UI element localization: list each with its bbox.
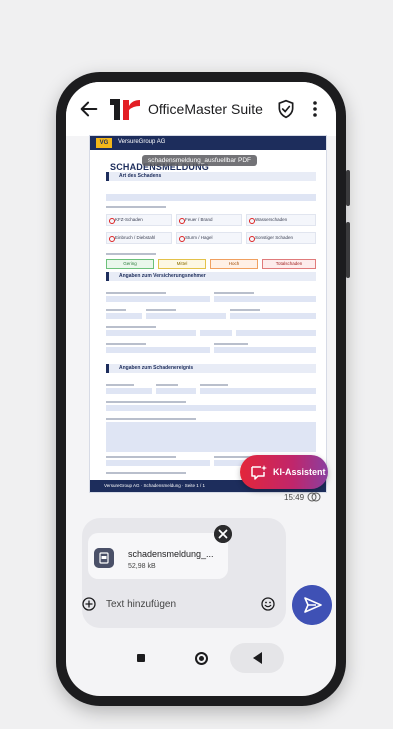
- description-field: [106, 422, 316, 452]
- field-label: [106, 384, 134, 386]
- field-label: [106, 343, 146, 345]
- ki-assistant-label: KI-Assistent: [273, 467, 326, 477]
- ai-chat-icon: [251, 465, 267, 480]
- form-field: [236, 330, 316, 336]
- form-field: [230, 313, 316, 319]
- field-label: [106, 401, 186, 403]
- attachment-name: schadensmeldung_...: [128, 549, 214, 559]
- message-input[interactable]: Text hinzufügen: [106, 599, 176, 610]
- form-field: [200, 388, 316, 394]
- field-label: [156, 384, 178, 386]
- system-nav-bar: [66, 637, 336, 677]
- checkbox: Einbruch / Diebstahl: [106, 232, 172, 244]
- section-header: Angaben zum Schadenereignis: [106, 364, 316, 373]
- document-header: VG VersureGroup AG: [90, 136, 326, 150]
- field-label: [230, 309, 260, 311]
- app-bar: OfficeMaster Suite: [66, 82, 336, 136]
- screen: OfficeMaster Suite VG VersureGroup AG SC…: [66, 82, 336, 696]
- priority-high: Hoch: [210, 259, 258, 269]
- read-receipt-icon: [307, 492, 321, 502]
- priority-total: Totalschaden: [262, 259, 316, 269]
- section-header: Art des Schadens: [106, 172, 316, 181]
- form-field: [200, 330, 232, 336]
- form-field: [106, 460, 210, 466]
- attachment-size: 52,98 kB: [128, 563, 156, 570]
- emoji-icon[interactable]: [261, 597, 275, 611]
- field-label: [214, 292, 254, 294]
- field-label: [106, 326, 156, 328]
- message-time: 15:49: [284, 493, 305, 502]
- field-label: [106, 309, 126, 311]
- field-label: [146, 309, 176, 311]
- checkbox: Wasserschaden: [246, 214, 316, 226]
- form-field: [106, 347, 210, 353]
- back-triangle-icon: [253, 652, 262, 664]
- checkbox: Feuer / Brand: [176, 214, 242, 226]
- company-name: VersureGroup AG: [118, 139, 166, 145]
- checkbox: KFZ-Schaden: [106, 214, 172, 226]
- checkbox: Sonstiger Schaden: [246, 232, 316, 244]
- field-label: [106, 253, 156, 255]
- priority-low: Gering: [106, 259, 154, 269]
- form-field: [106, 388, 152, 394]
- form-field: [146, 313, 226, 319]
- app-logo-icon: [110, 99, 140, 120]
- remove-attachment-icon[interactable]: [214, 525, 232, 543]
- form-field: [106, 194, 316, 201]
- power-button: [346, 222, 350, 278]
- field-label: [106, 292, 166, 294]
- form-field: [106, 296, 210, 302]
- app-title: OfficeMaster Suite: [148, 101, 263, 117]
- field-label: [214, 343, 248, 345]
- back-arrow-icon[interactable]: [78, 98, 100, 120]
- volume-button: [346, 170, 350, 206]
- ki-assistant-button[interactable]: KI-Assistent: [240, 455, 328, 489]
- field-label: [106, 418, 196, 420]
- form-field: [106, 330, 196, 336]
- shield-check-icon[interactable]: [276, 99, 296, 119]
- home-icon[interactable]: [195, 652, 208, 665]
- form-field: [106, 313, 142, 319]
- form-field: [106, 405, 316, 411]
- filename-tooltip: schadensmeldung_ausfuellbar PDF: [142, 155, 257, 166]
- pdf-file-icon: [94, 548, 114, 568]
- send-button[interactable]: [292, 585, 332, 625]
- section-header: Angaben zum Versicherungsnehmer: [106, 272, 316, 281]
- field-label: [200, 384, 228, 386]
- more-vert-icon[interactable]: [310, 99, 320, 119]
- form-field: [214, 347, 316, 353]
- form-field: [156, 388, 196, 394]
- priority-medium: Mittel: [158, 259, 206, 269]
- checkbox: Sturm / Hagel: [176, 232, 242, 244]
- footnote: [106, 472, 186, 474]
- recents-icon[interactable]: [137, 654, 145, 662]
- add-circle-icon[interactable]: [82, 597, 96, 611]
- document-preview[interactable]: VG VersureGroup AG SCHADENSMELDUNG schad…: [89, 135, 327, 493]
- company-logo: VG: [96, 138, 112, 148]
- field-label: [106, 206, 166, 208]
- form-field: [214, 296, 316, 302]
- field-label: [106, 456, 176, 458]
